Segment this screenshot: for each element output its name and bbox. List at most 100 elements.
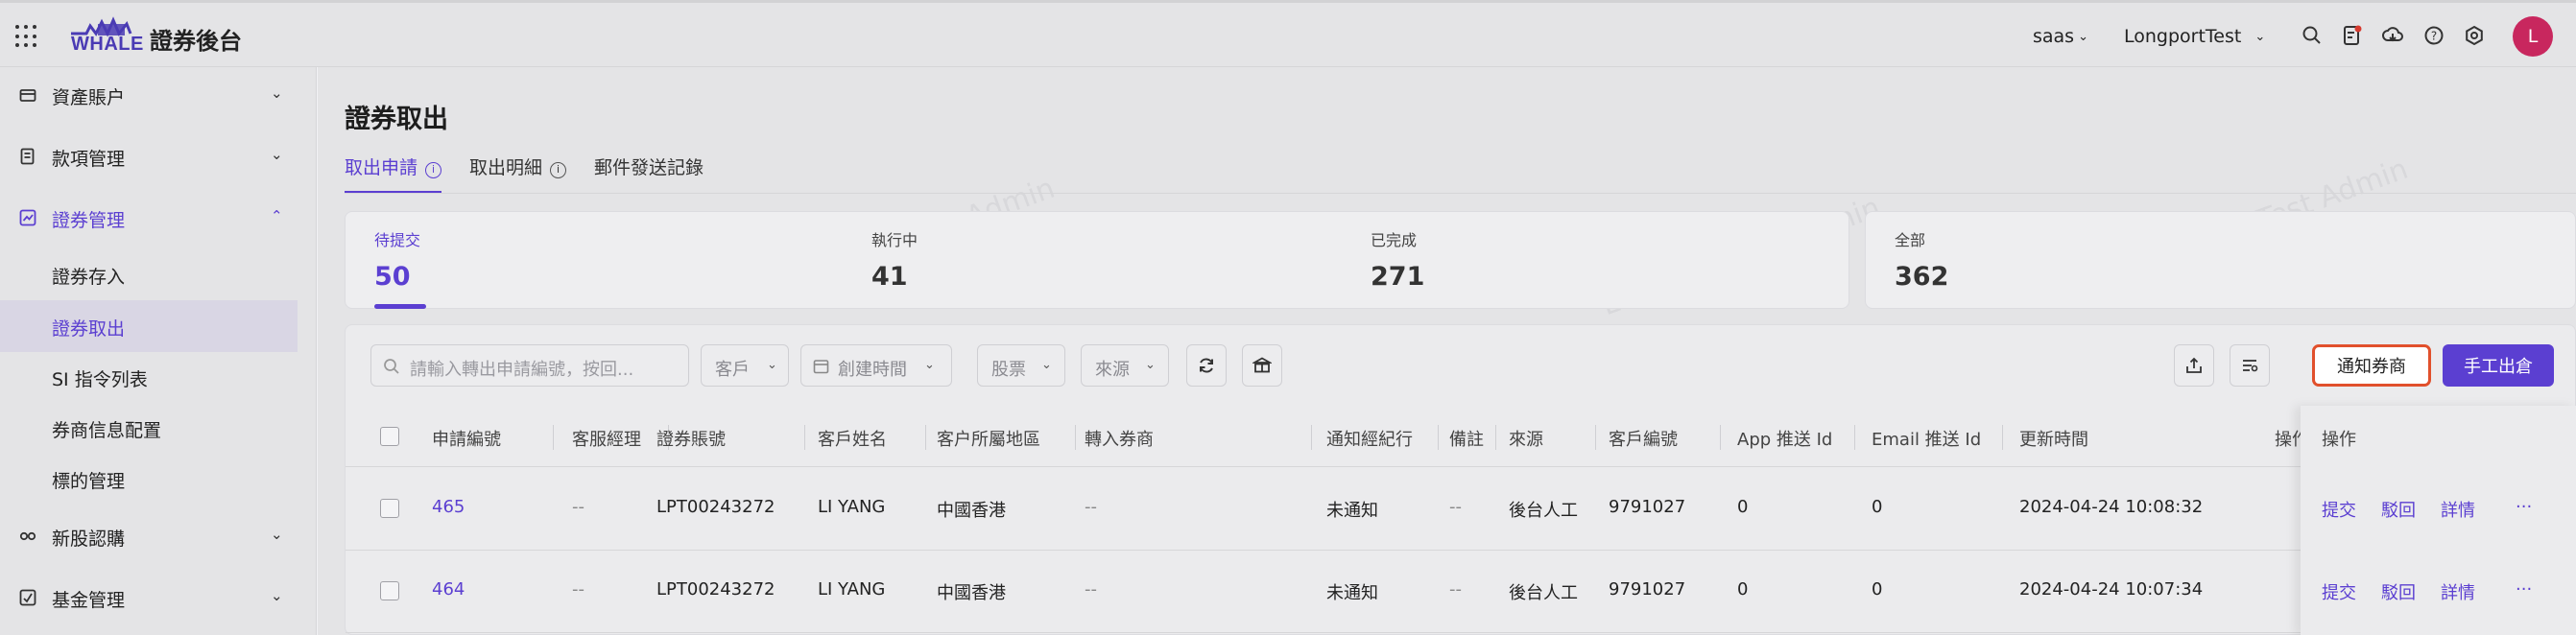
column-header: Email 推送 Id <box>1872 430 1982 450</box>
sidebar-item-ipo[interactable]: 新股認購 ⌄ <box>0 516 317 554</box>
stat-label: 待提交 <box>374 231 421 249</box>
stat-label: 已完成 <box>1371 231 1418 249</box>
manual-out-button[interactable]: 手工出倉 <box>2443 344 2554 387</box>
column-header: 備註 <box>1449 430 1484 450</box>
export-button[interactable] <box>2174 344 2214 387</box>
chevron-down-icon: ⌄ <box>271 526 283 543</box>
stat-all[interactable]: 全部 362 <box>1895 227 1948 292</box>
search-icon[interactable] <box>2301 24 2324 47</box>
sidebar-item-fund-mgmt[interactable]: 基金管理 ⌄ <box>0 577 317 616</box>
reject-link[interactable]: 駁回 <box>2381 579 2416 604</box>
table-row[interactable]: 465 -- LPT00243272 LI YANG 中國香港 -- 未通知 -… <box>346 468 2576 551</box>
notification-doc-icon[interactable] <box>2341 24 2364 47</box>
column-settings-icon <box>2243 360 2258 372</box>
sidebar-item-funds[interactable]: 款項管理 ⌄ <box>0 136 317 175</box>
chevron-down-icon: ⌄ <box>271 84 283 102</box>
refresh-button[interactable] <box>1186 344 1227 387</box>
details-link[interactable]: 詳情 <box>2441 579 2475 604</box>
request-id-link[interactable]: 465 <box>432 497 465 517</box>
stat-label: 全部 <box>1895 231 1926 249</box>
help-icon[interactable]: ? <box>2422 24 2445 47</box>
column-header: 證券賬號 <box>656 430 726 450</box>
sidebar-subitem-withdrawal[interactable]: 證券取出 <box>0 300 298 352</box>
stat-value: 41 <box>871 262 908 292</box>
logo-text: WHALE <box>71 34 144 55</box>
search-placeholder: 請輸入轉出申請編號，按回... <box>410 360 634 380</box>
bank-button[interactable] <box>1242 344 1282 387</box>
column-header: 通知經紀行 <box>1326 430 1413 450</box>
broker-cell: -- <box>1085 579 1097 600</box>
status-summary-card: 待提交 50 執行中 41 已完成 271 <box>345 211 1849 309</box>
stat-pending[interactable]: 待提交 50 <box>374 227 420 292</box>
email-push-cell: 0 <box>1872 579 1883 600</box>
notify-broker-button[interactable]: 通知券商 <box>2312 344 2431 387</box>
download-cloud-icon[interactable] <box>2381 24 2404 47</box>
bank-icon <box>1252 357 1272 373</box>
sidebar-subitem-instrument-mgmt[interactable]: 標的管理 <box>0 453 298 505</box>
manager-cell: -- <box>572 497 584 517</box>
column-header: App 推送 Id <box>1737 430 1833 450</box>
sidebar-subitem-si-list[interactable]: SI 指令列表 <box>0 351 298 403</box>
settings-icon[interactable] <box>2463 24 2486 47</box>
chevron-down-icon: ⌄ <box>271 146 283 163</box>
email-push-cell: 0 <box>1872 497 1883 517</box>
tab-email-log[interactable]: 郵件發送記錄 <box>594 153 704 194</box>
sidebar-subitem-label: SI 指令列表 <box>52 369 148 390</box>
stock-filter[interactable]: 股票 ⌄ <box>977 344 1065 387</box>
sidebar-subitem-label: 券商信息配置 <box>52 420 162 441</box>
source-filter[interactable]: 來源 ⌄ <box>1081 344 1169 387</box>
name-cell: LI YANG <box>818 579 886 600</box>
column-header: 轉入券商 <box>1085 430 1154 450</box>
remark-cell: -- <box>1449 579 1462 600</box>
column-header: 操作 <box>2322 430 2356 450</box>
chevron-down-icon: ⌄ <box>767 358 777 372</box>
environment-dropdown[interactable]: LongportTest ⌄ <box>2124 26 2265 47</box>
wallet-icon <box>19 89 36 102</box>
search-input[interactable]: 請輸入轉出申請編號，按回... <box>370 344 689 387</box>
column-header: 客戶姓名 <box>818 430 887 450</box>
sidebar-subitem-deposit[interactable]: 證券存入 <box>0 248 298 300</box>
reject-link[interactable]: 駁回 <box>2381 497 2416 522</box>
region-cell: 中國香港 <box>937 583 1006 603</box>
stat-in-progress[interactable]: 執行中 41 <box>871 227 918 292</box>
tab-withdrawal-requests[interactable]: 取出申請 i <box>345 153 442 194</box>
row-checkbox[interactable] <box>380 581 399 600</box>
source-cell: 後台人工 <box>1509 583 1578 603</box>
ipo-icon <box>19 531 36 541</box>
submit-link[interactable]: 提交 <box>2322 579 2356 604</box>
tab-label: 郵件發送記錄 <box>594 157 704 178</box>
tenant-label: saas <box>2033 26 2075 47</box>
ledger-icon <box>20 148 35 165</box>
table-panel: 請輸入轉出申請編號，按回... 客戶 ⌄ 創建時間 ⌄ 股票 ⌄ 來源 ⌄ 通知… <box>345 324 2576 635</box>
column-settings-button[interactable] <box>2230 344 2270 387</box>
sidebar-subitem-broker-config[interactable]: 券商信息配置 <box>0 402 298 454</box>
tab-label: 取出明細 <box>469 157 543 178</box>
page-title: 證券取出 <box>345 105 448 134</box>
remark-cell: -- <box>1449 497 1462 517</box>
sidebar-item-label: 新股認購 <box>52 529 126 550</box>
tab-withdrawal-details[interactable]: 取出明細 i <box>469 153 567 194</box>
sidebar-subitem-label: 證券取出 <box>52 318 126 340</box>
filter-label: 客戶 <box>715 360 750 380</box>
tabs-divider <box>345 193 2576 194</box>
select-all-checkbox[interactable] <box>380 427 399 446</box>
stat-completed[interactable]: 已完成 271 <box>1371 227 1424 292</box>
sidebar-item-assets[interactable]: 資產賬户 ⌄ <box>0 75 317 113</box>
apps-icon[interactable] <box>15 25 38 48</box>
avatar[interactable]: L <box>2513 16 2553 57</box>
row-checkbox[interactable] <box>380 499 399 518</box>
details-link[interactable]: 詳情 <box>2441 497 2475 522</box>
account-cell: LPT00243272 <box>656 497 775 517</box>
customer-filter[interactable]: 客戶 ⌄ <box>701 344 789 387</box>
more-icon[interactable]: ··· <box>2516 497 2532 517</box>
column-header: 申請編號 <box>432 430 501 450</box>
more-icon[interactable]: ··· <box>2516 579 2532 600</box>
sidebar-item-label: 證券管理 <box>52 210 126 231</box>
updated-cell: 2024-04-24 10:08:32 <box>2019 497 2204 517</box>
table-row[interactable]: 464 -- LPT00243272 LI YANG 中國香港 -- 未通知 -… <box>346 551 2576 633</box>
submit-link[interactable]: 提交 <box>2322 497 2356 522</box>
request-id-link[interactable]: 464 <box>432 579 465 600</box>
tenant-dropdown[interactable]: saas ⌄ <box>2033 26 2088 47</box>
created-time-filter[interactable]: 創建時間 ⌄ <box>800 344 952 387</box>
sidebar-item-securities[interactable]: 證券管理 ⌃ <box>0 198 317 236</box>
